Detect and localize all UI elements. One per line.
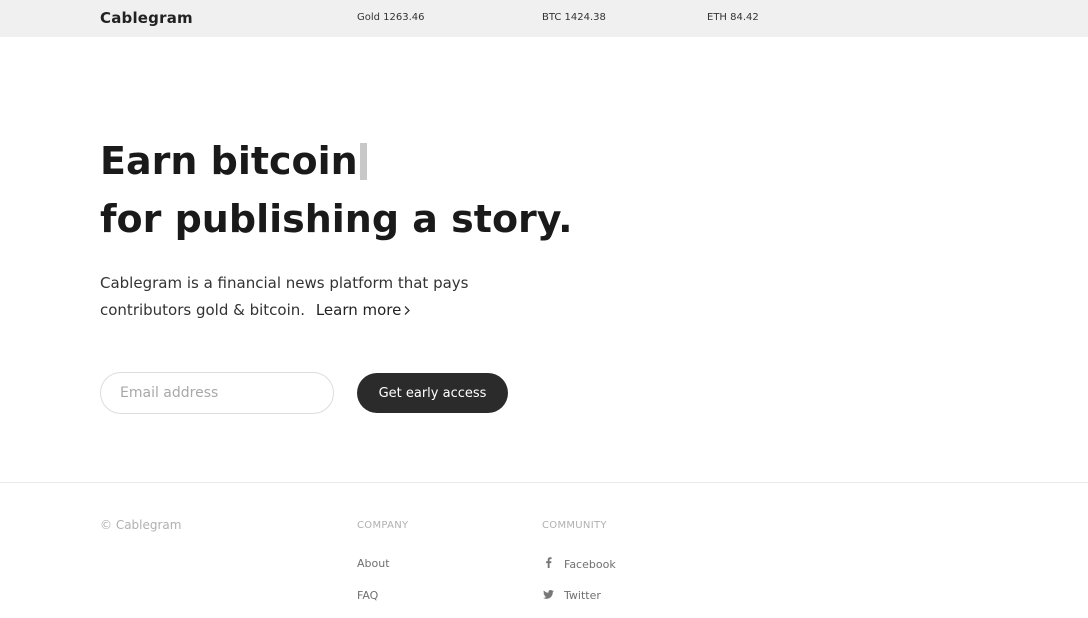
email-input[interactable] bbox=[100, 372, 334, 414]
footer-link-about[interactable]: About bbox=[357, 557, 390, 570]
hero-headline-line-1: Earn bitcoin bbox=[100, 142, 367, 180]
facebook-label: Facebook bbox=[564, 557, 616, 571]
footer-link-facebook[interactable]: Facebook bbox=[542, 557, 616, 571]
twitter-icon bbox=[542, 589, 554, 602]
footer-divider bbox=[0, 482, 1088, 483]
hero-headline-line-2: for publishing a story. bbox=[100, 197, 573, 241]
get-early-access-button[interactable]: Get early access bbox=[357, 373, 508, 413]
top-bar: Cablegram Gold 1263.46 BTC 1424.38 ETH 8… bbox=[0, 0, 1088, 37]
footer-heading-community: COMMUNITY bbox=[542, 520, 607, 531]
learn-more-link[interactable]: Learn more bbox=[316, 301, 412, 319]
gold-price-ticker: Gold 1263.46 bbox=[357, 12, 425, 23]
hero-description-text: Cablegram is a financial news platform t… bbox=[100, 274, 469, 319]
eth-price-ticker: ETH 84.42 bbox=[707, 12, 759, 23]
footer-link-faq[interactable]: FAQ bbox=[357, 589, 378, 602]
brand-logo[interactable]: Cablegram bbox=[100, 9, 193, 27]
learn-more-label: Learn more bbox=[315, 301, 402, 319]
footer-link-twitter[interactable]: Twitter bbox=[542, 589, 601, 602]
facebook-icon bbox=[542, 557, 554, 571]
footer-heading-company: COMPANY bbox=[357, 520, 409, 531]
hero-description: Cablegram is a financial news platform t… bbox=[100, 270, 540, 324]
copyright-text: © Cablegram bbox=[100, 518, 182, 532]
btc-price-ticker: BTC 1424.38 bbox=[542, 12, 606, 23]
chevron-right-icon bbox=[404, 306, 411, 315]
hero-headline-text: Earn bitcoin bbox=[100, 139, 358, 183]
typing-cursor bbox=[359, 143, 367, 180]
twitter-label: Twitter bbox=[564, 589, 601, 602]
